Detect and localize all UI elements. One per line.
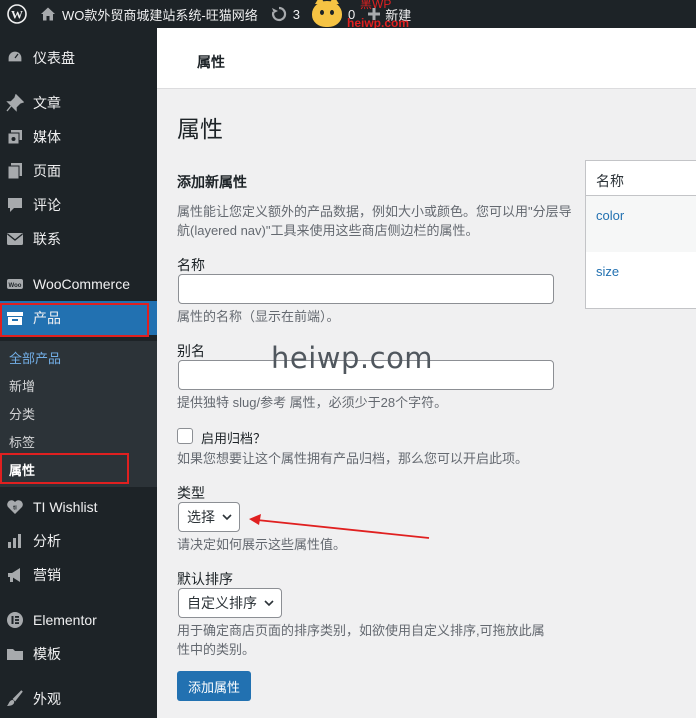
pin-icon	[5, 93, 25, 113]
slug-label: 别名	[177, 343, 205, 359]
enable-archive-checkbox[interactable]	[177, 428, 193, 444]
menu-woocommerce[interactable]: Woo WooCommerce	[0, 267, 157, 301]
name-help: 属性的名称（显示在前端）。	[177, 309, 340, 324]
order-label: 默认排序	[177, 571, 233, 587]
annotation-arrow-icon	[249, 514, 430, 539]
attribute-link-size[interactable]: size	[596, 264, 619, 279]
cat-mascot-icon	[311, 0, 342, 27]
page-header-bar: 属性	[157, 28, 696, 89]
order-select-value: 自定义排序	[187, 595, 257, 611]
menu-templates[interactable]: 模板	[0, 637, 157, 671]
site-name: WO款外贸商城建站系统-旺猫网络	[62, 7, 258, 23]
chevron-down-icon	[264, 600, 274, 607]
menu-elementor[interactable]: Elementor	[0, 603, 157, 637]
menu-analytics[interactable]: 分析	[0, 524, 157, 558]
order-help-line1: 用于确定商店页面的排序类别，如欲使用自定义排序,可拖放此属	[177, 623, 545, 638]
updates-link[interactable]: 3	[264, 0, 306, 28]
form-heading: 添加新属性	[177, 174, 247, 190]
submenu-add-new[interactable]: 新增	[9, 376, 35, 395]
order-select[interactable]: 自定义排序	[178, 588, 282, 618]
name-label: 名称	[177, 257, 205, 273]
page-title: 属性	[177, 116, 223, 142]
wordpress-logo-icon[interactable]: W	[0, 0, 34, 28]
archive-label: 启用归档？	[201, 431, 267, 446]
page-icon	[5, 161, 25, 181]
intro-text-line1: 属性能让您定义额外的产品数据，例如大小或颜色。您可以用"分层导	[177, 204, 572, 219]
menu-marketing[interactable]: 营销	[0, 558, 157, 592]
svg-text:ti: ti	[13, 506, 17, 512]
chart-icon	[5, 531, 25, 551]
type-select-value: 选择	[187, 509, 215, 525]
submenu-tags[interactable]: 标签	[9, 432, 35, 451]
submenu-all-products[interactable]: 全部产品	[9, 348, 61, 367]
add-attribute-button[interactable]: 添加属性	[177, 671, 251, 701]
menu-comments[interactable]: 评论	[0, 188, 157, 222]
menu-appearance[interactable]: 外观	[0, 682, 157, 716]
site-name-link[interactable]: WO款外贸商城建站系统-旺猫网络	[34, 0, 264, 28]
home-icon	[41, 7, 55, 21]
admin-sidebar: 仪表盘 文章 媒体 页面 评论 联系 Woo WooCommerce 产品 全部…	[0, 28, 157, 718]
type-label: 类型	[177, 485, 205, 501]
order-help-line2: 性中的类别。	[177, 642, 256, 657]
heart-icon: ti	[5, 497, 25, 517]
submenu-attributes[interactable]: 属性	[9, 460, 35, 479]
archive-help: 如果您想要让这个属性拥有产品归档，那么您可以开启此项。	[177, 451, 529, 466]
menu-dashboard[interactable]: 仪表盘	[0, 41, 157, 75]
table-header-name: 名称	[596, 173, 624, 189]
submenu-categories[interactable]: 分类	[9, 404, 35, 423]
updates-count: 3	[292, 6, 300, 22]
menu-posts[interactable]: 文章	[0, 86, 157, 120]
menu-ti-wishlist[interactable]: ti TI Wishlist	[0, 490, 157, 524]
attributes-table: 名称 color size	[585, 160, 696, 309]
header-title: 属性	[197, 54, 225, 70]
table-row: color	[586, 196, 696, 252]
admin-bar: W WO款外贸商城建站系统-旺猫网络 3 0 新建 黑WP heiwp.com	[0, 0, 696, 29]
chevron-down-icon	[222, 514, 232, 521]
media-icon	[5, 127, 25, 147]
watermark-top: 黑WP	[360, 0, 392, 11]
intro-text-line2: 航(layered nav)"工具来使用这些商店侧边栏的属性。	[177, 223, 479, 238]
dashboard-icon	[5, 48, 25, 68]
attribute-link-color[interactable]: color	[596, 208, 624, 223]
type-select[interactable]: 选择	[178, 502, 240, 532]
megaphone-icon	[5, 565, 25, 585]
archive-icon	[5, 308, 25, 328]
folder-icon	[5, 644, 25, 664]
woo-icon: Woo	[5, 274, 25, 294]
slug-help: 提供独特 slug/参考 属性，必须少于28个字符。	[177, 395, 448, 410]
menu-contact[interactable]: 联系	[0, 222, 157, 256]
svg-text:Woo: Woo	[9, 283, 22, 289]
menu-pages[interactable]: 页面	[0, 154, 157, 188]
refresh-icon	[271, 6, 286, 22]
comment-icon	[5, 195, 25, 215]
elementor-icon	[5, 610, 25, 630]
mail-icon	[5, 229, 25, 249]
name-input[interactable]	[178, 274, 554, 304]
watermark-text: heiwp.com	[271, 341, 434, 375]
menu-products[interactable]: 产品	[0, 301, 157, 335]
table-row: size	[586, 252, 696, 308]
menu-media[interactable]: 媒体	[0, 120, 157, 154]
products-submenu: 全部产品 新增 分类 标签 属性	[0, 341, 157, 487]
brush-icon	[5, 689, 25, 709]
svg-text:W: W	[11, 8, 23, 22]
